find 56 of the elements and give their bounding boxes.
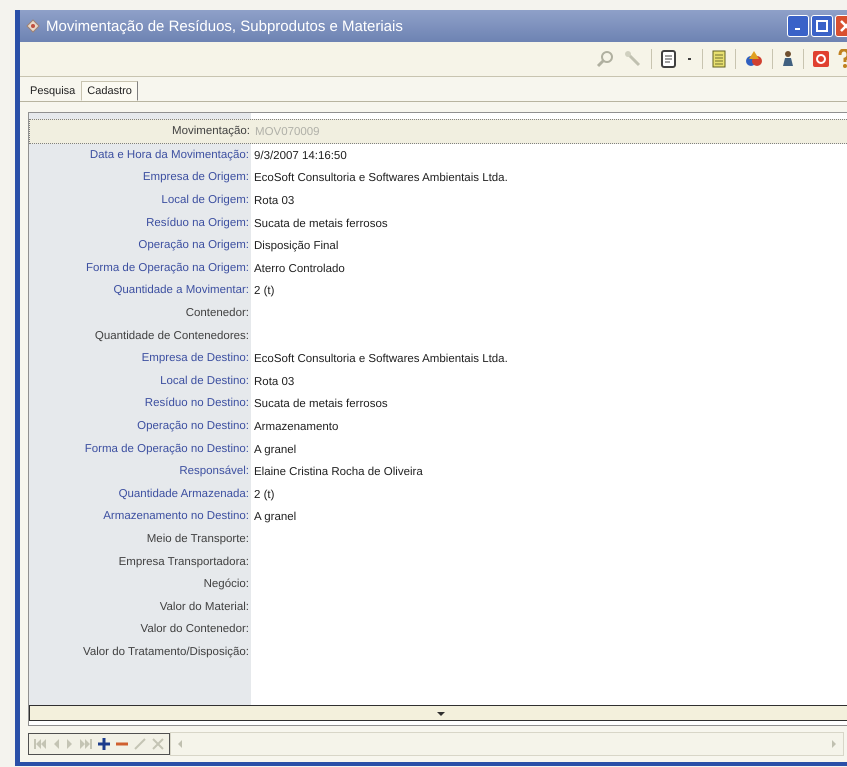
maximize-icon bbox=[816, 20, 828, 32]
field-value: 2 (t) bbox=[254, 488, 274, 501]
field-label: Responsável: bbox=[178, 465, 250, 478]
maximize-button[interactable] bbox=[811, 15, 833, 37]
field-label: Valor do Tratamento/Disposição: bbox=[82, 646, 250, 658]
tab[interactable]: Pesquisa bbox=[24, 81, 82, 101]
field-label: Quantidade a Movimentar: bbox=[112, 284, 250, 296]
field-value: EcoSoft Consultoria e Softwares Ambientais Ltda. bbox=[254, 353, 508, 366]
field-label: Quantidade Armazenada: bbox=[118, 488, 250, 500]
field-value: MOV070009 bbox=[255, 126, 320, 138]
search-icon[interactable] bbox=[595, 49, 615, 69]
notepad-icon[interactable] bbox=[711, 49, 727, 69]
window-title: Movimentação de Resíduos, Subprodutos e Materiais bbox=[46, 18, 404, 34]
field-label: Meio de Transporte: bbox=[146, 532, 250, 545]
tab[interactable]: Cadastro bbox=[81, 81, 138, 101]
field-label: Data e Hora da Movimentação: bbox=[88, 148, 250, 161]
field-value: Armazenamento bbox=[254, 421, 338, 434]
field-label: Valor do Material: bbox=[158, 600, 250, 613]
field-label: Local de Origem: bbox=[160, 194, 250, 206]
field-value: EcoSoft Consultoria e Softwares Ambientais Ltda. bbox=[254, 172, 508, 184]
help-icon[interactable] bbox=[838, 49, 847, 69]
field-label: Forma de Operação no Destino: bbox=[84, 442, 250, 455]
field-label: Operação na Origem: bbox=[137, 239, 250, 252]
field-label: Quantidade de Contenedores: bbox=[94, 330, 250, 342]
field-value: A granel bbox=[254, 511, 296, 524]
power-icon[interactable] bbox=[812, 49, 830, 69]
scroll-down-icon[interactable] bbox=[437, 710, 445, 716]
field-label: Local de Destino: bbox=[159, 374, 250, 387]
field-label: Resíduo no Destino: bbox=[144, 397, 250, 410]
add-icon[interactable] bbox=[97, 737, 111, 751]
field-label: Movimentação: bbox=[171, 125, 251, 138]
app-icon bbox=[26, 19, 40, 33]
field-label: Empresa Transportadora: bbox=[118, 556, 250, 568]
field-label: Empresa de Origem: bbox=[142, 171, 250, 184]
field-value: Elaine Cristina Rocha de Oliveira bbox=[254, 466, 423, 478]
minimize-button[interactable] bbox=[787, 15, 809, 37]
field-value: Disposição Final bbox=[254, 240, 338, 252]
field-label: Negócio: bbox=[202, 578, 250, 590]
field-label: Contenedor: bbox=[184, 307, 250, 320]
field-value: Rota 03 bbox=[254, 195, 294, 208]
field-value: Aterro Controlado bbox=[254, 262, 345, 275]
field-value: A granel bbox=[254, 444, 296, 456]
field-value: Rota 03 bbox=[254, 376, 294, 388]
document-icon[interactable] bbox=[660, 49, 678, 69]
field-value: Sucata de metais ferrosos bbox=[254, 218, 388, 230]
field-label: Resíduo na Origem: bbox=[145, 216, 250, 229]
field-label: Forma de Operação na Origem: bbox=[85, 262, 250, 274]
field-label: Valor do Contenedor: bbox=[140, 623, 250, 636]
person-icon[interactable] bbox=[781, 49, 795, 69]
field-value: Sucata de metais ferrosos bbox=[254, 398, 388, 410]
field-value: 2 (t) bbox=[254, 285, 274, 298]
shapes-icon[interactable] bbox=[744, 49, 764, 69]
field-label: Armazenamento no Destino: bbox=[102, 510, 250, 522]
field-value: 9/3/2007 14:16:50 bbox=[254, 150, 347, 162]
field-label: Operação no Destino: bbox=[136, 420, 250, 432]
field-label: Empresa de Destino: bbox=[140, 352, 250, 364]
